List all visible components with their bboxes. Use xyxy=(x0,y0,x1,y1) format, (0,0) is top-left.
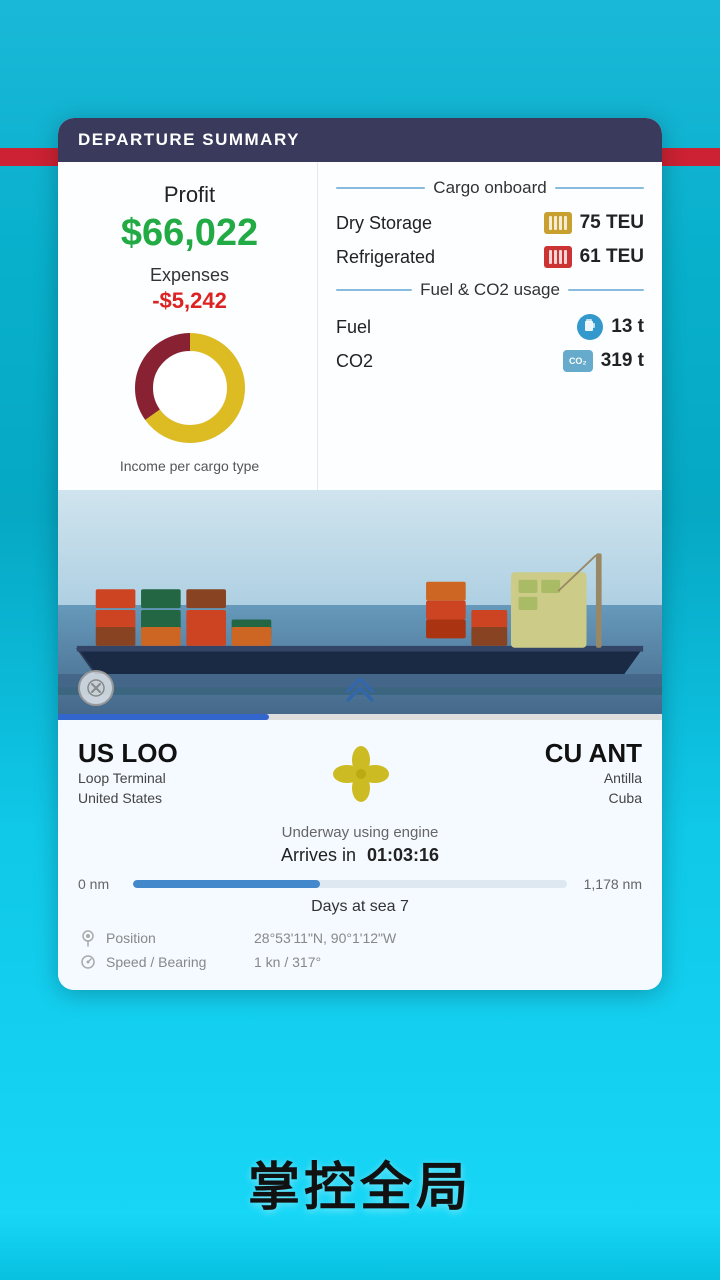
fuel-section-header: Fuel & CO2 usage xyxy=(336,280,644,300)
arrives-label: Arrives in xyxy=(281,845,356,865)
cargo-section-header: Cargo onboard xyxy=(336,178,644,198)
distance-bar-fill xyxy=(133,880,320,888)
destination-name: Antilla xyxy=(545,769,642,789)
fuel-icon xyxy=(577,314,603,340)
co2-value-container: CO₂ 319 t xyxy=(563,350,644,372)
section-line-right xyxy=(555,187,644,189)
card-header: DEPARTURE SUMMARY xyxy=(58,118,662,162)
fuel-line-left xyxy=(336,289,412,291)
fuel-row: Fuel 13 t xyxy=(336,314,644,340)
co2-amount: 319 t xyxy=(601,350,644,372)
destination-port: CU ANT Antilla Cuba xyxy=(545,738,642,808)
dry-storage-icon xyxy=(544,212,572,234)
expenses-value: -$5,242 xyxy=(152,288,227,314)
co2-row: CO2 CO₂ 319 t xyxy=(336,350,644,372)
speed-label: Speed / Bearing xyxy=(106,954,246,970)
arrives-text: Arrives in 01:03:16 xyxy=(78,845,642,866)
propeller-center xyxy=(331,738,391,804)
water-bottom xyxy=(0,1210,720,1280)
profit-label: Profit xyxy=(164,182,215,208)
speed-value: 1 kn / 317° xyxy=(254,954,321,970)
position-value: 28°53'11"N, 90°1'12"W xyxy=(254,930,396,946)
dry-storage-row: Dry Storage 75 TEU xyxy=(336,212,644,234)
position-label: Position xyxy=(106,930,246,946)
distance-end: 1,178 nm xyxy=(577,876,642,892)
profit-value: $66,022 xyxy=(121,212,258,255)
nav-panel: US LOO Loop Terminal United States xyxy=(58,720,662,990)
refrigerated-teu: 61 TEU xyxy=(580,246,644,268)
refrigerated-row: Refrigerated 61 TEU xyxy=(336,246,644,268)
origin-name: Loop Terminal xyxy=(78,769,178,789)
distance-row: 0 nm 1,178 nm xyxy=(78,876,642,892)
dry-storage-value: 75 TEU xyxy=(544,212,644,234)
fuel-value-container: 13 t xyxy=(577,314,644,340)
speed-icon xyxy=(78,952,98,972)
speed-row: Speed / Bearing 1 kn / 317° xyxy=(78,952,642,972)
position-row: Position 28°53'11"N, 90°1'12"W xyxy=(78,928,642,948)
arrives-time: 01:03:16 xyxy=(367,845,439,865)
destination-code: CU ANT xyxy=(545,738,642,769)
route-row: US LOO Loop Terminal United States xyxy=(78,738,642,808)
main-card: DEPARTURE SUMMARY Profit $66,022 Expense… xyxy=(58,118,662,990)
destination-country: Cuba xyxy=(545,789,642,809)
origin-country: United States xyxy=(78,789,178,809)
dry-storage-teu: 75 TEU xyxy=(580,212,644,234)
section-line-left xyxy=(336,187,425,189)
fuel-label: Fuel xyxy=(336,317,371,338)
card-header-title: DEPARTURE SUMMARY xyxy=(78,130,300,149)
cargo-panel: Cargo onboard Dry Storage 75 TEU xyxy=(318,162,662,490)
co2-label: CO2 xyxy=(336,351,373,372)
days-at-sea: Days at sea 7 xyxy=(78,898,642,916)
distance-start: 0 nm xyxy=(78,876,123,892)
expenses-label: Expenses xyxy=(150,265,229,286)
chevron-up-button[interactable] xyxy=(58,678,662,706)
position-icon xyxy=(78,928,98,948)
propeller-icon xyxy=(331,744,391,804)
fuel-line-right xyxy=(568,289,644,291)
origin-port: US LOO Loop Terminal United States xyxy=(78,738,178,808)
card-body-top: Profit $66,022 Expenses -$5,242 Income p… xyxy=(58,162,662,490)
fuel-amount: 13 t xyxy=(611,316,644,338)
chinese-banner: 掌控全局 xyxy=(0,1145,720,1220)
dry-storage-label: Dry Storage xyxy=(336,213,466,234)
progress-bar-container xyxy=(58,714,662,720)
status-text: Underway using engine xyxy=(78,824,642,841)
refrigerated-icon xyxy=(544,246,572,268)
origin-code: US LOO xyxy=(78,738,178,769)
distance-bar xyxy=(133,880,567,888)
refrigerated-label: Refrigerated xyxy=(336,247,466,268)
fuel-section-title: Fuel & CO2 usage xyxy=(420,280,560,300)
income-per-cargo-label: Income per cargo type xyxy=(120,458,259,474)
ship-svg xyxy=(58,520,662,700)
co2-icon: CO₂ xyxy=(563,350,593,372)
cargo-section-title: Cargo onboard xyxy=(433,178,546,198)
close-button[interactable] xyxy=(78,670,114,706)
donut-chart xyxy=(130,328,250,448)
progress-bar-fill xyxy=(58,714,269,720)
profit-panel: Profit $66,022 Expenses -$5,242 Income p… xyxy=(58,162,318,490)
ship-area xyxy=(58,490,662,720)
status-section: Underway using engine Arrives in 01:03:1… xyxy=(78,824,642,866)
refrigerated-value: 61 TEU xyxy=(544,246,644,268)
